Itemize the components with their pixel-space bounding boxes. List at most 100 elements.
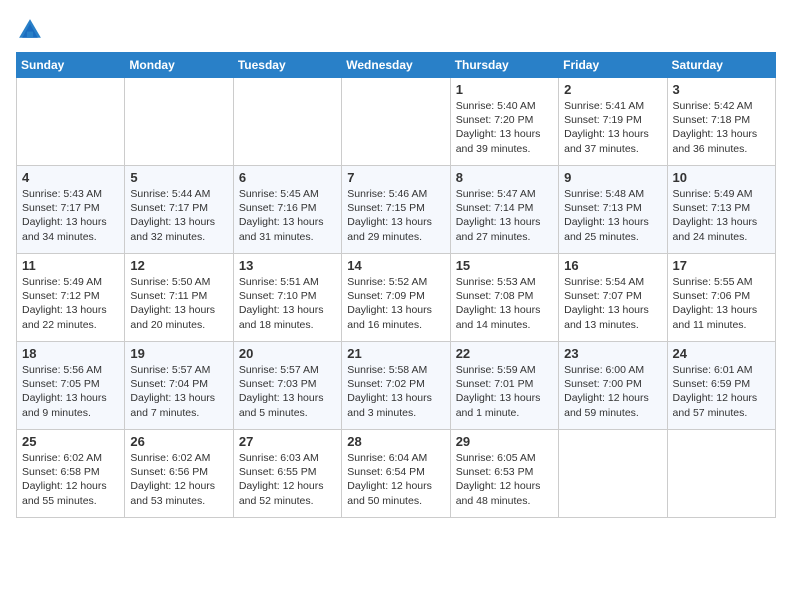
- day-number: 1: [456, 82, 553, 97]
- day-detail: Sunrise: 6:00 AMSunset: 7:00 PMDaylight:…: [564, 363, 661, 420]
- day-number: 28: [347, 434, 444, 449]
- day-detail: Sunrise: 5:57 AMSunset: 7:04 PMDaylight:…: [130, 363, 227, 420]
- day-number: 2: [564, 82, 661, 97]
- day-detail: Sunrise: 5:43 AMSunset: 7:17 PMDaylight:…: [22, 187, 119, 244]
- day-number: 20: [239, 346, 336, 361]
- calendar-cell: 6 Sunrise: 5:45 AMSunset: 7:16 PMDaylight…: [233, 166, 341, 254]
- calendar-cell: [667, 430, 775, 518]
- day-number: 25: [22, 434, 119, 449]
- calendar-cell: [233, 78, 341, 166]
- calendar-cell: 9 Sunrise: 5:48 AMSunset: 7:13 PMDaylight…: [559, 166, 667, 254]
- day-detail: Sunrise: 5:54 AMSunset: 7:07 PMDaylight:…: [564, 275, 661, 332]
- calendar-week-1: 1 Sunrise: 5:40 AMSunset: 7:20 PMDaylight…: [17, 78, 776, 166]
- day-number: 12: [130, 258, 227, 273]
- col-header-monday: Monday: [125, 53, 233, 78]
- day-number: 22: [456, 346, 553, 361]
- day-detail: Sunrise: 5:56 AMSunset: 7:05 PMDaylight:…: [22, 363, 119, 420]
- calendar-cell: 11 Sunrise: 5:49 AMSunset: 7:12 PMDayligh…: [17, 254, 125, 342]
- calendar-cell: 14 Sunrise: 5:52 AMSunset: 7:09 PMDayligh…: [342, 254, 450, 342]
- day-detail: Sunrise: 6:04 AMSunset: 6:54 PMDaylight:…: [347, 451, 444, 508]
- calendar-cell: 27Sunrise: 6:03 AMSunset: 6:55 PMDayligh…: [233, 430, 341, 518]
- day-number: 23: [564, 346, 661, 361]
- col-header-tuesday: Tuesday: [233, 53, 341, 78]
- calendar-cell: 28 Sunrise: 6:04 AMSunset: 6:54 PMDayligh…: [342, 430, 450, 518]
- calendar-cell: 16 Sunrise: 5:54 AMSunset: 7:07 PMDayligh…: [559, 254, 667, 342]
- day-number: 6: [239, 170, 336, 185]
- day-number: 21: [347, 346, 444, 361]
- calendar-cell: [342, 78, 450, 166]
- day-detail: Sunrise: 5:49 AMSunset: 7:12 PMDaylight:…: [22, 275, 119, 332]
- calendar-cell: 13 Sunrise: 5:51 AMSunset: 7:10 PMDayligh…: [233, 254, 341, 342]
- day-number: 26: [130, 434, 227, 449]
- calendar-cell: 10Sunrise: 5:49 AMSunset: 7:13 PMDayligh…: [667, 166, 775, 254]
- day-number: 9: [564, 170, 661, 185]
- day-detail: Sunrise: 5:58 AMSunset: 7:02 PMDaylight:…: [347, 363, 444, 420]
- day-detail: Sunrise: 5:47 AMSunset: 7:14 PMDaylight:…: [456, 187, 553, 244]
- day-detail: Sunrise: 5:42 AMSunset: 7:18 PMDaylight:…: [673, 99, 770, 156]
- calendar-week-4: 18 Sunrise: 5:56 AMSunset: 7:05 PMDayligh…: [17, 342, 776, 430]
- day-number: 5: [130, 170, 227, 185]
- calendar-cell: 24 Sunrise: 6:01 AMSunset: 6:59 PMDayligh…: [667, 342, 775, 430]
- calendar-cell: 2 Sunrise: 5:41 AMSunset: 7:19 PMDaylight…: [559, 78, 667, 166]
- calendar-week-3: 11 Sunrise: 5:49 AMSunset: 7:12 PMDayligh…: [17, 254, 776, 342]
- calendar-cell: 18 Sunrise: 5:56 AMSunset: 7:05 PMDayligh…: [17, 342, 125, 430]
- day-detail: Sunrise: 5:52 AMSunset: 7:09 PMDaylight:…: [347, 275, 444, 332]
- day-detail: Sunrise: 5:48 AMSunset: 7:13 PMDaylight:…: [564, 187, 661, 244]
- calendar-cell: 26Sunrise: 6:02 AMSunset: 6:56 PMDayligh…: [125, 430, 233, 518]
- calendar-table: SundayMondayTuesdayWednesdayThursdayFrid…: [16, 52, 776, 518]
- calendar-cell: 23 Sunrise: 6:00 AMSunset: 7:00 PMDayligh…: [559, 342, 667, 430]
- calendar-week-2: 4Sunrise: 5:43 AMSunset: 7:17 PMDaylight…: [17, 166, 776, 254]
- day-detail: Sunrise: 5:50 AMSunset: 7:11 PMDaylight:…: [130, 275, 227, 332]
- col-header-saturday: Saturday: [667, 53, 775, 78]
- calendar-cell: 3 Sunrise: 5:42 AMSunset: 7:18 PMDaylight…: [667, 78, 775, 166]
- day-number: 17: [673, 258, 770, 273]
- day-number: 16: [564, 258, 661, 273]
- day-detail: Sunrise: 5:53 AMSunset: 7:08 PMDaylight:…: [456, 275, 553, 332]
- col-header-sunday: Sunday: [17, 53, 125, 78]
- day-number: 3: [673, 82, 770, 97]
- day-detail: Sunrise: 6:03 AMSunset: 6:55 PMDaylight:…: [239, 451, 336, 508]
- day-detail: Sunrise: 5:41 AMSunset: 7:19 PMDaylight:…: [564, 99, 661, 156]
- calendar-cell: 1 Sunrise: 5:40 AMSunset: 7:20 PMDaylight…: [450, 78, 558, 166]
- day-detail: Sunrise: 5:55 AMSunset: 7:06 PMDaylight:…: [673, 275, 770, 332]
- day-detail: Sunrise: 5:51 AMSunset: 7:10 PMDaylight:…: [239, 275, 336, 332]
- day-number: 19: [130, 346, 227, 361]
- calendar-cell: 17 Sunrise: 5:55 AMSunset: 7:06 PMDayligh…: [667, 254, 775, 342]
- day-detail: Sunrise: 5:45 AMSunset: 7:16 PMDaylight:…: [239, 187, 336, 244]
- logo: [16, 16, 48, 44]
- calendar-cell: [125, 78, 233, 166]
- calendar-cell: 15 Sunrise: 5:53 AMSunset: 7:08 PMDayligh…: [450, 254, 558, 342]
- calendar-cell: 12 Sunrise: 5:50 AMSunset: 7:11 PMDayligh…: [125, 254, 233, 342]
- day-detail: Sunrise: 6:01 AMSunset: 6:59 PMDaylight:…: [673, 363, 770, 420]
- col-header-thursday: Thursday: [450, 53, 558, 78]
- day-number: 18: [22, 346, 119, 361]
- calendar-cell: 22Sunrise: 5:59 AMSunset: 7:01 PMDayligh…: [450, 342, 558, 430]
- col-header-wednesday: Wednesday: [342, 53, 450, 78]
- calendar-cell: 7 Sunrise: 5:46 AMSunset: 7:15 PMDaylight…: [342, 166, 450, 254]
- page-header: [16, 16, 776, 44]
- calendar-cell: 25 Sunrise: 6:02 AMSunset: 6:58 PMDayligh…: [17, 430, 125, 518]
- day-number: 15: [456, 258, 553, 273]
- calendar-week-5: 25 Sunrise: 6:02 AMSunset: 6:58 PMDayligh…: [17, 430, 776, 518]
- day-number: 13: [239, 258, 336, 273]
- calendar-cell: 29Sunrise: 6:05 AMSunset: 6:53 PMDayligh…: [450, 430, 558, 518]
- day-detail: Sunrise: 5:40 AMSunset: 7:20 PMDaylight:…: [456, 99, 553, 156]
- col-header-friday: Friday: [559, 53, 667, 78]
- calendar-cell: 19 Sunrise: 5:57 AMSunset: 7:04 PMDayligh…: [125, 342, 233, 430]
- day-number: 8: [456, 170, 553, 185]
- day-number: 10: [673, 170, 770, 185]
- day-detail: Sunrise: 5:57 AMSunset: 7:03 PMDaylight:…: [239, 363, 336, 420]
- day-number: 24: [673, 346, 770, 361]
- calendar-cell: 5Sunrise: 5:44 AMSunset: 7:17 PMDaylight…: [125, 166, 233, 254]
- day-detail: Sunrise: 6:05 AMSunset: 6:53 PMDaylight:…: [456, 451, 553, 508]
- calendar-cell: 20 Sunrise: 5:57 AMSunset: 7:03 PMDayligh…: [233, 342, 341, 430]
- calendar-cell: 21 Sunrise: 5:58 AMSunset: 7:02 PMDayligh…: [342, 342, 450, 430]
- day-detail: Sunrise: 6:02 AMSunset: 6:58 PMDaylight:…: [22, 451, 119, 508]
- day-number: 11: [22, 258, 119, 273]
- day-detail: Sunrise: 5:46 AMSunset: 7:15 PMDaylight:…: [347, 187, 444, 244]
- day-number: 7: [347, 170, 444, 185]
- calendar-cell: 4Sunrise: 5:43 AMSunset: 7:17 PMDaylight…: [17, 166, 125, 254]
- calendar-cell: [559, 430, 667, 518]
- logo-icon: [16, 16, 44, 44]
- day-number: 14: [347, 258, 444, 273]
